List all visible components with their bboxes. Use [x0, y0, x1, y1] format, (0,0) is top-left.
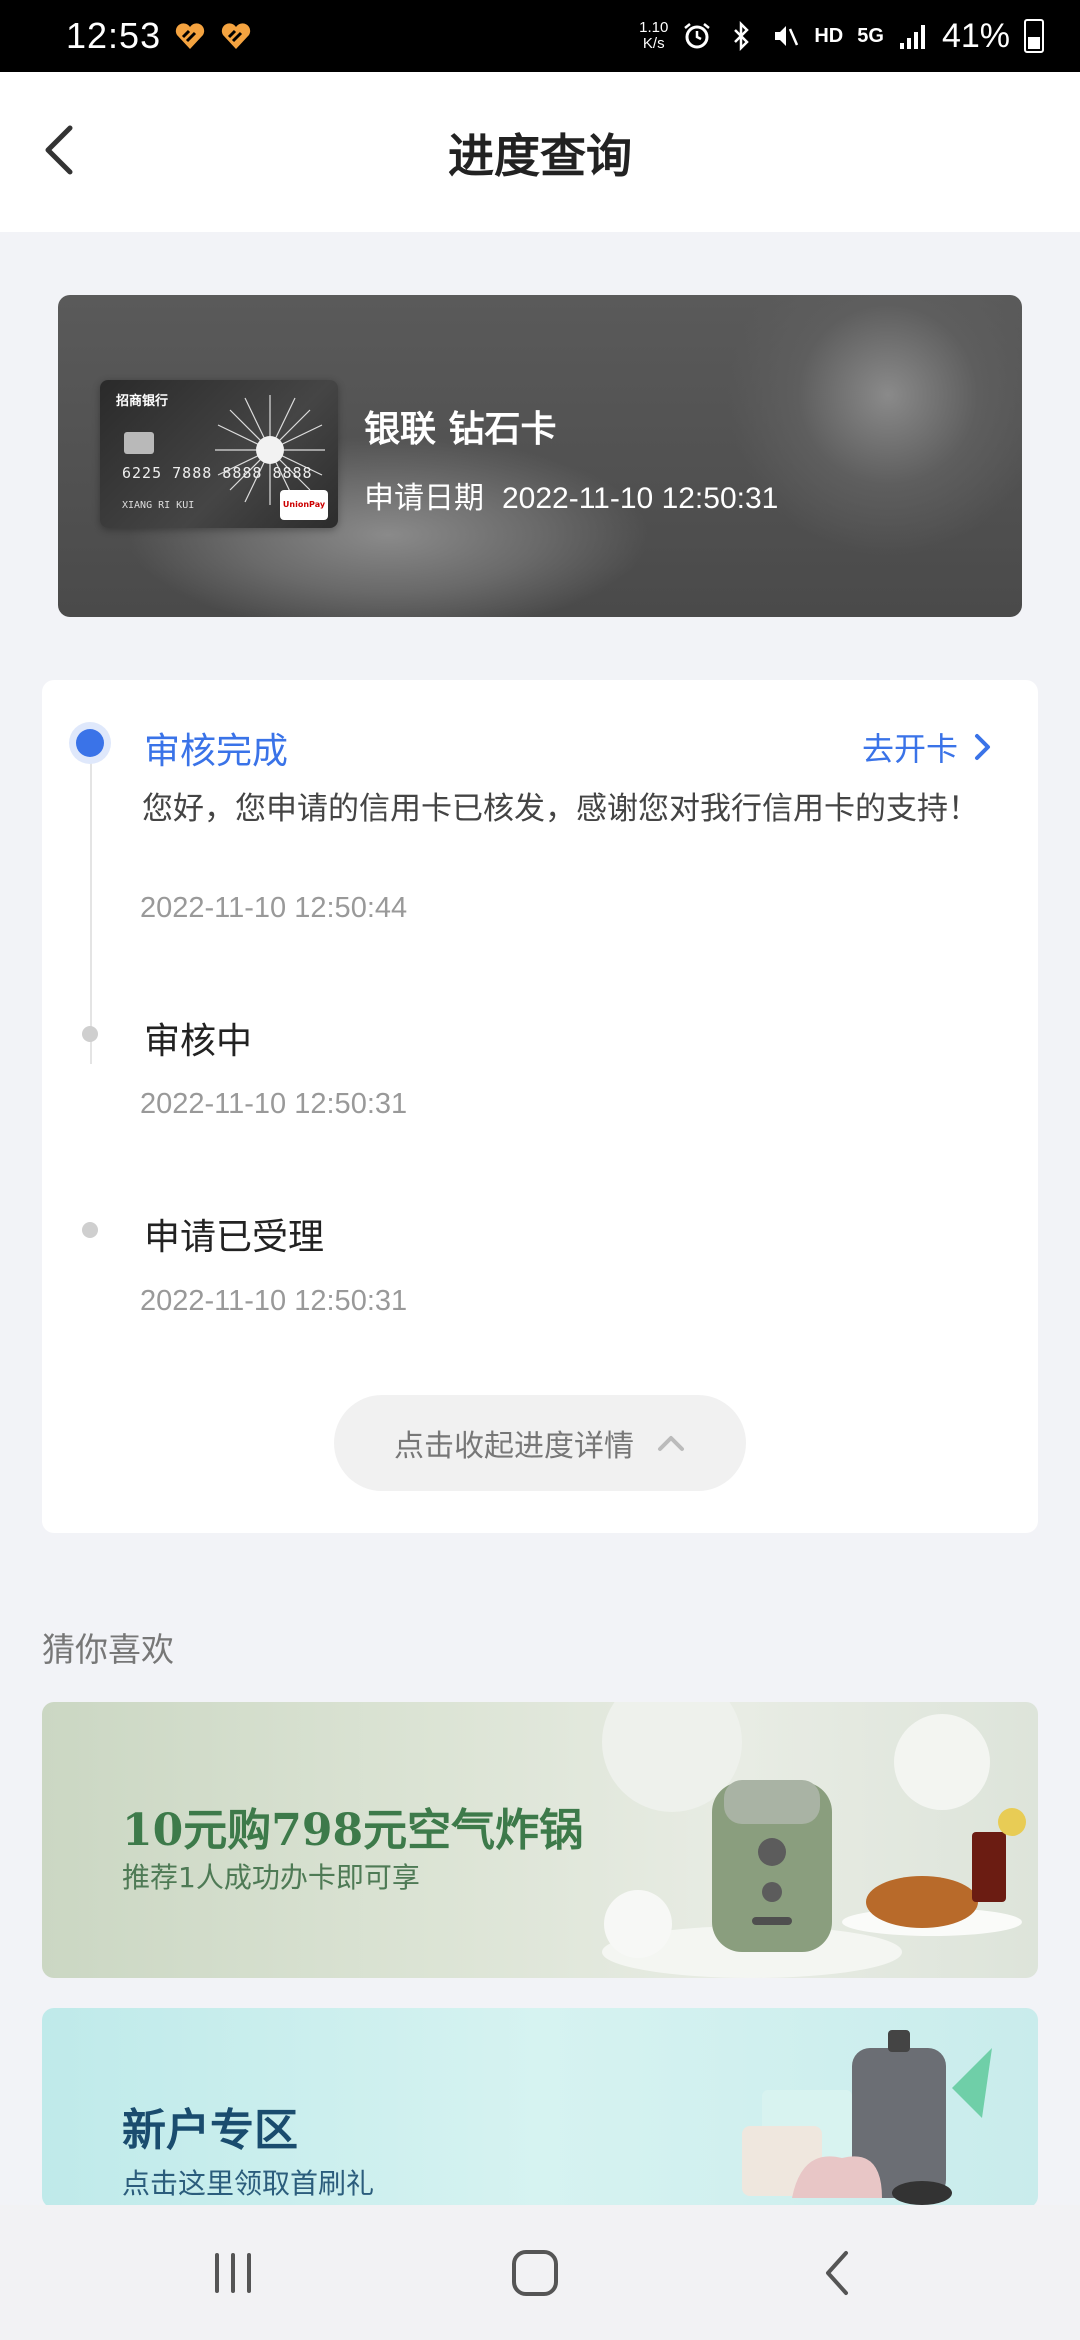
bluetooth-icon [734, 21, 750, 51]
promo-air-fryer[interactable]: 10元购798元空气炸锅 推荐1人成功办卡即可享 [42, 1702, 1038, 1978]
recent-apps-icon[interactable] [203, 2245, 263, 2301]
page-title: 进度查询 [448, 129, 632, 183]
credit-card-image: 招商银行 6225 7888 8888 8888 XIANG RI KUI Un… [100, 380, 338, 528]
nav-header: 进度查询 [0, 72, 1080, 232]
card-number: 6225 7888 8888 8888 [122, 464, 313, 482]
air-fryer-illustration [602, 1702, 1026, 1978]
step-dot [82, 1222, 98, 1238]
luggage-illustration [742, 2030, 992, 2205]
step-time-accepted: 2022-11-10 12:50:31 [140, 1285, 408, 1317]
status-bar: 12:53 1.10 K/s HD 5G 41% [0, 0, 1080, 72]
unionpay-logo: UnionPay 银联 [280, 490, 328, 520]
network-type: 5G [857, 24, 884, 47]
step-time-reviewing: 2022-11-10 12:50:31 [140, 1088, 408, 1120]
promo-title: 新户专区 [122, 2105, 298, 2156]
alarm-icon [684, 23, 711, 49]
open-card-link[interactable]: 去开卡 [862, 724, 994, 770]
hd-indicator: HD [814, 24, 844, 47]
promo-new-customer[interactable]: 新户专区 点击这里领取首刷礼 [42, 2008, 1038, 2208]
home-icon[interactable] [505, 2245, 565, 2301]
open-card-label: 去开卡 [861, 730, 958, 768]
progress-panel: 审核完成 去开卡 您好，您申请的信用卡已核发，感谢您对我行信用卡的支持！ 202… [42, 680, 1038, 1533]
card-banner: 招商银行 6225 7888 8888 8888 XIANG RI KUI Un… [58, 295, 1022, 617]
step-title-accepted: 申请已受理 [144, 1217, 325, 1258]
status-time: 12:53 [66, 15, 162, 56]
app-notification-icon [221, 23, 251, 49]
collapse-details-button[interactable]: 点击收起进度详情 [334, 1395, 746, 1491]
recommend-title: 猜你喜欢 [42, 1630, 174, 1669]
chevron-up-icon [658, 1436, 684, 1451]
system-nav-bar [0, 2205, 1080, 2340]
card-holder: XIANG RI KUI [122, 500, 195, 511]
battery-percent: 41% [941, 16, 1010, 55]
battery-icon [1024, 19, 1044, 53]
card-name: 银联 钻石卡 [364, 408, 557, 450]
back-nav-icon[interactable] [808, 2245, 868, 2301]
mute-icon [775, 26, 799, 46]
apply-date-label: 申请日期 [364, 481, 484, 516]
step-title-approved: 审核完成 [144, 731, 289, 772]
step-desc-approved: 您好，您申请的信用卡已核发，感谢您对我行信用卡的支持！ [142, 791, 979, 827]
promo-subtitle: 推荐1人成功办卡即可享 [122, 1861, 420, 1894]
apply-date-value: 2022-11-10 12:50:31 [502, 482, 779, 515]
app-notification-icon [175, 23, 205, 49]
step-dot [82, 1026, 98, 1042]
card-bank-name: 招商银行 [116, 394, 169, 409]
timeline-line [90, 744, 92, 1064]
promo-subtitle: 点击这里领取首刷礼 [122, 2167, 375, 2200]
collapse-label: 点击收起进度详情 [394, 1429, 634, 1464]
apply-date: 申请日期 2022-11-10 12:50:31 [364, 473, 778, 517]
card-chip [124, 432, 154, 454]
signal-icon [899, 25, 925, 49]
chevron-right-icon [975, 734, 990, 760]
promo-title: 10元购798元空气炸锅 [122, 1805, 584, 1856]
step-title-reviewing: 审核中 [144, 1021, 253, 1062]
step-active-dot [69, 722, 111, 764]
net-speed: 1.10 K/s [639, 19, 669, 52]
step-time-approved: 2022-11-10 12:50:44 [140, 892, 408, 924]
